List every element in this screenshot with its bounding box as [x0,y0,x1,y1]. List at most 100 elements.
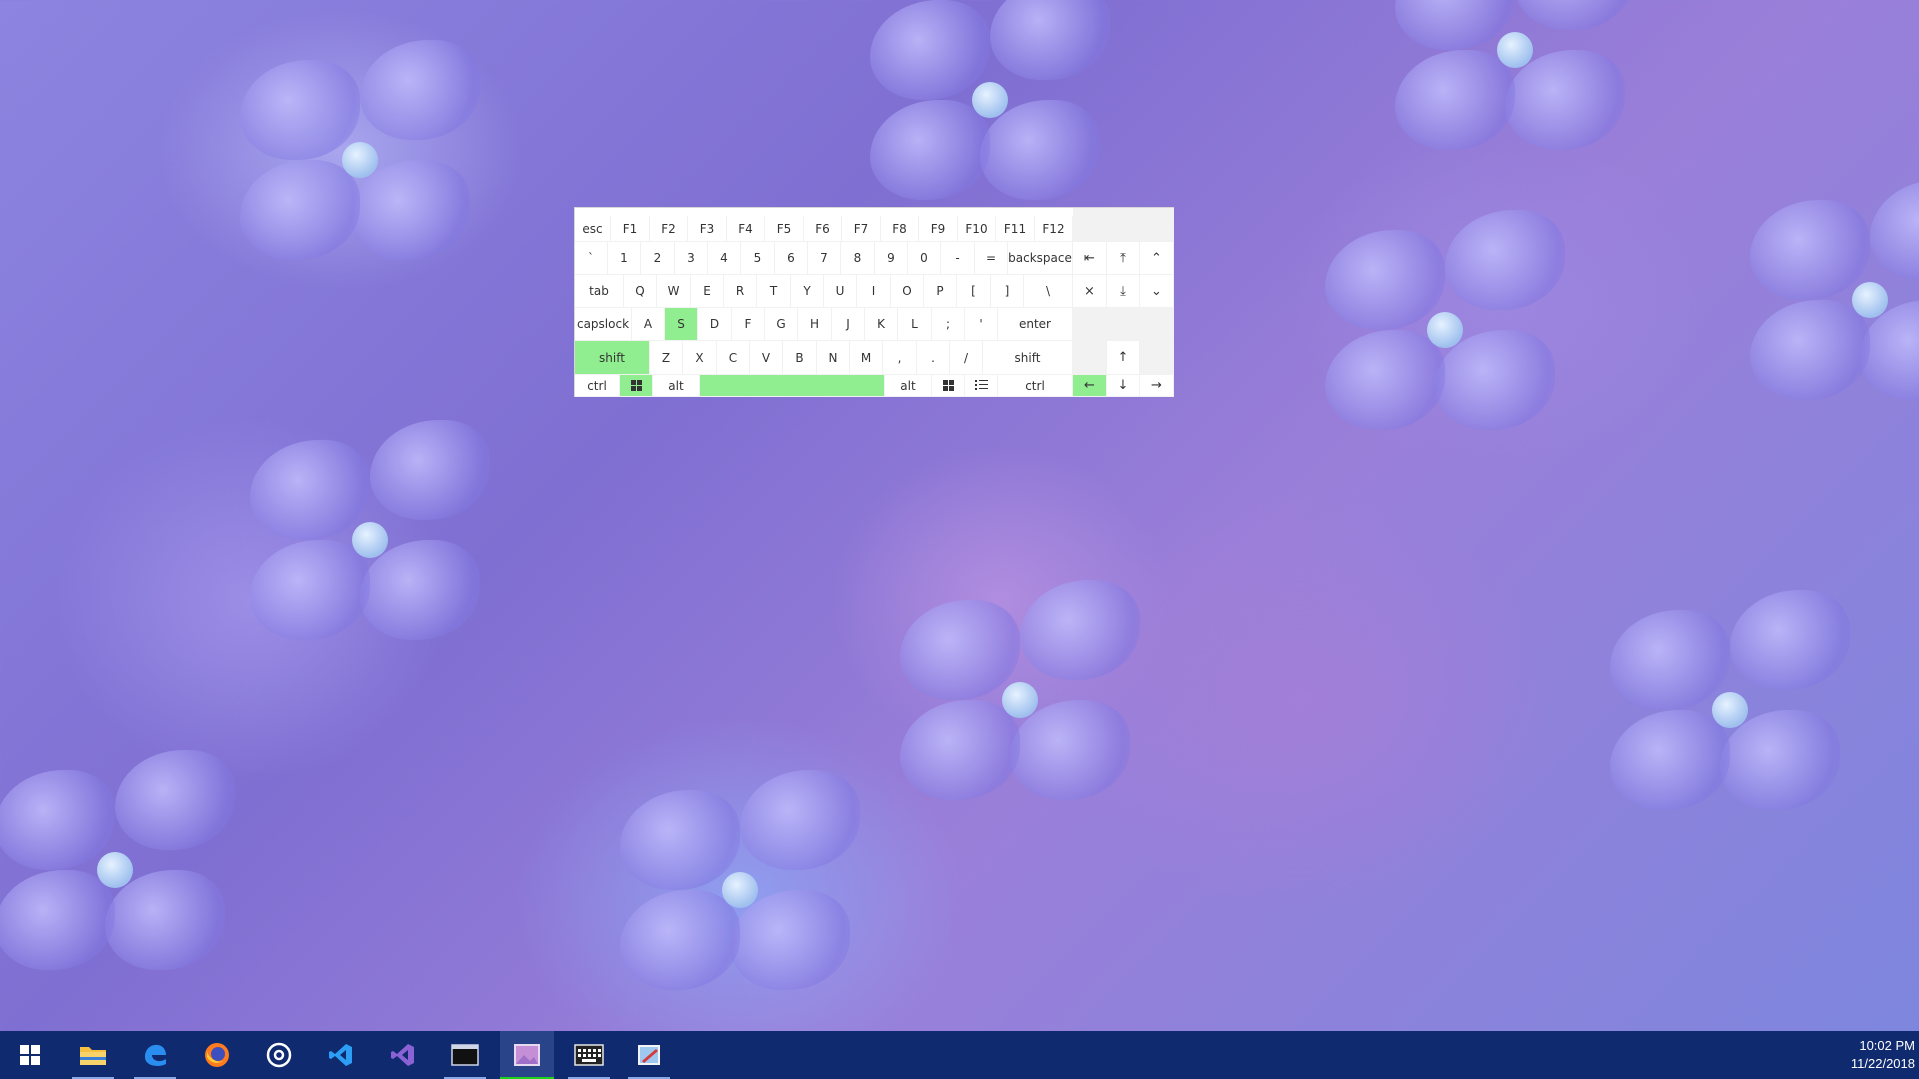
key-p[interactable]: P [924,275,957,308]
key-f10[interactable]: F10 [958,216,996,242]
taskbar-photos[interactable] [500,1031,554,1079]
key-j[interactable]: J [832,308,865,341]
key-o[interactable]: O [891,275,924,308]
key-minus[interactable]: - [941,242,975,275]
key-pagedown[interactable]: ⤓ [1107,275,1140,308]
key-x[interactable]: X [683,341,717,375]
key-backtick[interactable]: ` [575,242,608,275]
key-v[interactable]: V [750,341,783,375]
key-f7[interactable]: F7 [842,216,881,242]
key-q[interactable]: Q [624,275,657,308]
key-menu[interactable] [965,375,998,397]
key-4[interactable]: 4 [708,242,741,275]
key-e[interactable]: E [691,275,724,308]
key-semicolon[interactable]: ; [932,308,965,341]
key-m[interactable]: M [850,341,883,375]
key-t[interactable]: T [757,275,791,308]
key-f8[interactable]: F8 [881,216,919,242]
key-alt-left[interactable]: alt [653,375,700,397]
taskbar-edge[interactable] [128,1031,182,1079]
key-h[interactable]: H [798,308,832,341]
vscode-icon [329,1044,352,1066]
key-f[interactable]: F [732,308,765,341]
key-2[interactable]: 2 [641,242,675,275]
key-y[interactable]: Y [791,275,824,308]
key-f11[interactable]: F11 [996,216,1035,242]
key-pageup[interactable]: ⤒ [1107,242,1140,275]
key-delete[interactable]: × [1073,275,1107,308]
key-capslock[interactable]: capslock [575,308,632,341]
key-1[interactable]: 1 [608,242,641,275]
key-w[interactable]: W [657,275,691,308]
start-button[interactable] [3,1031,57,1079]
key-z[interactable]: Z [650,341,683,375]
taskbar-paint[interactable] [622,1031,676,1079]
key-backspace[interactable]: backspace [1008,242,1073,275]
taskbar-visual-studio[interactable] [376,1031,430,1079]
key-3[interactable]: 3 [675,242,708,275]
key-9[interactable]: 9 [875,242,908,275]
key-equals[interactable]: = [975,242,1008,275]
key-g[interactable]: G [765,308,798,341]
taskbar-firefox[interactable] [190,1031,244,1079]
key-6[interactable]: 6 [775,242,808,275]
key-f6[interactable]: F6 [804,216,842,242]
key-home[interactable]: ⇤ [1073,242,1107,275]
key-b[interactable]: B [783,341,817,375]
key-s[interactable]: S [665,308,698,341]
taskbar-keyboard[interactable] [562,1031,616,1079]
key-5[interactable]: 5 [741,242,775,275]
key-bracket-left[interactable]: [ [957,275,991,308]
key-bracket-right[interactable]: ] [991,275,1024,308]
key-arrow-right[interactable]: → [1140,375,1174,397]
system-clock[interactable]: 10:02 PM 11/22/2018 [1825,1037,1915,1073]
key-7[interactable]: 7 [808,242,841,275]
key-period[interactable]: . [917,341,950,375]
taskbar-file-explorer[interactable] [66,1031,120,1079]
key-f1[interactable]: F1 [611,216,650,242]
key-backslash[interactable]: \ [1024,275,1073,308]
key-r[interactable]: R [724,275,757,308]
key-ctrl-right[interactable]: ctrl [998,375,1073,397]
key-f9[interactable]: F9 [919,216,958,242]
key-enter[interactable]: enter [998,308,1073,341]
key-space[interactable] [700,375,885,397]
key-i[interactable]: I [857,275,891,308]
key-f3[interactable]: F3 [688,216,727,242]
key-f4[interactable]: F4 [727,216,765,242]
key-f12[interactable]: F12 [1035,216,1073,242]
key-arrow-up[interactable]: ↑ [1107,341,1140,375]
taskbar-media[interactable] [252,1031,306,1079]
key-win-left[interactable] [620,375,653,397]
key-f2[interactable]: F2 [650,216,688,242]
key-u[interactable]: U [824,275,857,308]
key-esc[interactable]: esc [575,216,611,242]
key-scroll-up[interactable]: ⌃ [1140,242,1174,275]
key-c[interactable]: C [717,341,750,375]
key-k[interactable]: K [865,308,898,341]
key-0[interactable]: 0 [908,242,941,275]
key-comma[interactable]: , [883,341,917,375]
key-quote[interactable]: ' [965,308,998,341]
taskbar-vscode[interactable] [314,1031,368,1079]
key-f5[interactable]: F5 [765,216,804,242]
key-arrow-left[interactable]: ← [1073,375,1107,397]
key-shift-left[interactable]: shift [575,341,650,375]
taskbar-terminal[interactable] [438,1031,492,1079]
key-slash[interactable]: / [950,341,983,375]
key-l[interactable]: L [898,308,932,341]
page-down-icon: ⤓ [1120,283,1126,299]
key-n[interactable]: N [817,341,850,375]
windows-icon [630,380,642,391]
key-8[interactable]: 8 [841,242,875,275]
key-d[interactable]: D [698,308,732,341]
key-ctrl-left[interactable]: ctrl [575,375,620,397]
key-blank-right [1140,341,1174,375]
key-alt-right[interactable]: alt [885,375,932,397]
key-shift-right[interactable]: shift [983,341,1073,375]
key-win-right[interactable] [932,375,965,397]
key-scroll-down[interactable]: ⌄ [1140,275,1174,308]
key-arrow-down[interactable]: ↓ [1107,375,1140,397]
key-a[interactable]: A [632,308,665,341]
key-tab[interactable]: tab [575,275,624,308]
